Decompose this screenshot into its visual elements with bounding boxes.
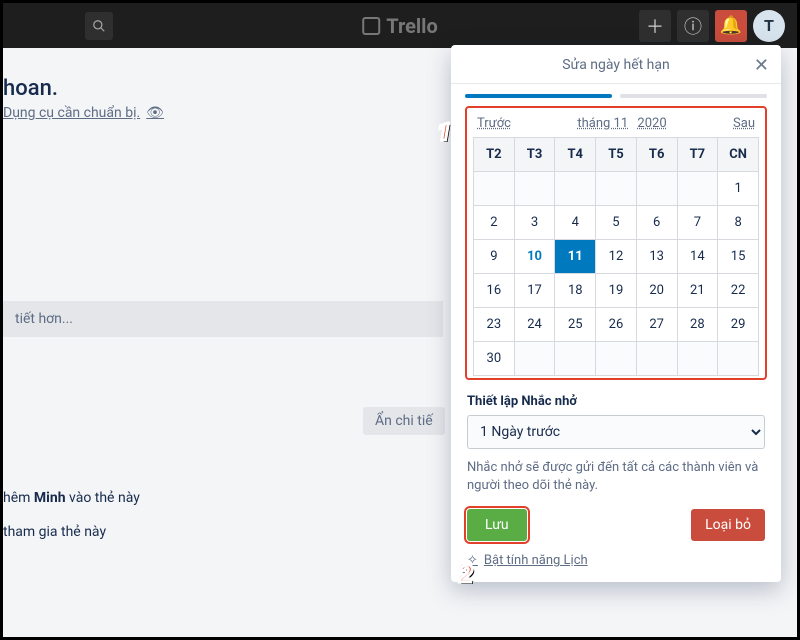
logo-text: Trello bbox=[386, 14, 438, 38]
calendar-day[interactable]: 1 bbox=[718, 172, 759, 206]
calendar-day[interactable]: 24 bbox=[514, 308, 555, 342]
enable-calendar-link[interactable]: ✧ Bật tính năng Lịch bbox=[467, 553, 588, 568]
calendar-day[interactable]: 13 bbox=[636, 240, 677, 274]
date-tab[interactable] bbox=[465, 94, 612, 98]
popover-header: Sửa ngày hết hạn ✕ bbox=[451, 45, 781, 84]
card-list-link[interactable]: Dụng cụ cần chuẩn bị. 👁 bbox=[3, 105, 164, 121]
calendar-day[interactable]: 27 bbox=[636, 308, 677, 342]
calendar-day[interactable]: 6 bbox=[636, 206, 677, 240]
calendar-day[interactable]: 12 bbox=[596, 240, 637, 274]
next-month-link[interactable]: Sau bbox=[733, 116, 755, 131]
calendar-day bbox=[474, 172, 515, 206]
calendar-day[interactable]: 23 bbox=[474, 308, 515, 342]
bell-icon: 🔔 bbox=[720, 15, 742, 36]
app-logo[interactable]: Trello bbox=[362, 14, 438, 38]
calendar-day bbox=[514, 172, 555, 206]
calendar-day bbox=[555, 342, 596, 376]
calendar-day[interactable]: 30 bbox=[474, 342, 515, 376]
weekday-header: T5 bbox=[596, 138, 637, 172]
calendar-nav: Trước tháng 11 2020 Sau bbox=[473, 114, 759, 137]
time-tab[interactable] bbox=[620, 94, 767, 98]
calendar-day bbox=[718, 342, 759, 376]
year-select[interactable]: 2020 bbox=[637, 116, 666, 131]
enable-calendar-section: ✧ Bật tính năng Lịch bbox=[451, 541, 781, 568]
close-icon: ✕ bbox=[754, 55, 769, 76]
calendar-day[interactable]: 5 bbox=[596, 206, 637, 240]
weekday-header: T2 bbox=[474, 138, 515, 172]
annotation-badge-1: 1 bbox=[425, 113, 463, 151]
reminder-hint: Nhắc nhở sẽ được gửi đến tất cả các thàn… bbox=[467, 459, 765, 495]
calendar-day bbox=[636, 342, 677, 376]
calendar-day[interactable]: 26 bbox=[596, 308, 637, 342]
calendar-day[interactable]: 8 bbox=[718, 206, 759, 240]
weekday-header: T6 bbox=[636, 138, 677, 172]
notifications-button[interactable]: 🔔 bbox=[715, 10, 747, 42]
hide-details-button[interactable]: Ẩn chi tiế bbox=[363, 407, 445, 435]
calendar-day[interactable]: 21 bbox=[677, 274, 718, 308]
weekday-header: T3 bbox=[514, 138, 555, 172]
calendar-day[interactable]: 19 bbox=[596, 274, 637, 308]
calendar-day[interactable]: 15 bbox=[718, 240, 759, 274]
calendar-grid: T2T3T4T5T6T7CN 1234567891011121314151617… bbox=[473, 137, 759, 376]
calendar-day[interactable]: 9 bbox=[474, 240, 515, 274]
calendar-day[interactable]: 20 bbox=[636, 274, 677, 308]
info-icon: ⓘ bbox=[684, 13, 702, 39]
calendar-day[interactable]: 10 bbox=[514, 240, 555, 274]
calendar-day bbox=[514, 342, 555, 376]
calendar-day bbox=[636, 172, 677, 206]
calendar-day bbox=[677, 342, 718, 376]
annotation-badge-2: 2 bbox=[447, 555, 485, 593]
create-button[interactable]: ＋ bbox=[639, 10, 671, 42]
calendar-day[interactable]: 3 bbox=[514, 206, 555, 240]
reminder-select[interactable]: 1 Ngày trước bbox=[467, 415, 765, 449]
calendar-day[interactable]: 28 bbox=[677, 308, 718, 342]
calendar-container: Trước tháng 11 2020 Sau T2T3T4T5T6T7CN 1… bbox=[465, 106, 767, 380]
prev-month-link[interactable]: Trước bbox=[477, 116, 511, 131]
search-icon bbox=[92, 19, 106, 33]
calendar-day bbox=[596, 342, 637, 376]
weekday-header: T4 bbox=[555, 138, 596, 172]
weekday-header: CN bbox=[718, 138, 759, 172]
user-avatar[interactable]: T bbox=[753, 10, 785, 42]
calendar-day[interactable]: 17 bbox=[514, 274, 555, 308]
calendar-day[interactable]: 7 bbox=[677, 206, 718, 240]
calendar-day[interactable]: 4 bbox=[555, 206, 596, 240]
info-button[interactable]: ⓘ bbox=[677, 10, 709, 42]
calendar-day[interactable]: 11 bbox=[555, 240, 596, 274]
due-date-popover: Sửa ngày hết hạn ✕ Trước tháng 11 2020 S… bbox=[451, 45, 781, 582]
month-select[interactable]: tháng 11 bbox=[577, 116, 628, 131]
search-button[interactable] bbox=[85, 12, 113, 40]
plus-icon: ＋ bbox=[646, 13, 664, 39]
calendar-day[interactable]: 25 bbox=[555, 308, 596, 342]
calendar-day[interactable]: 16 bbox=[474, 274, 515, 308]
calendar-day[interactable]: 14 bbox=[677, 240, 718, 274]
weekday-header: T7 bbox=[677, 138, 718, 172]
calendar-day[interactable]: 29 bbox=[718, 308, 759, 342]
trello-board-icon bbox=[362, 17, 380, 35]
reminder-label: Thiết lập Nhắc nhở bbox=[467, 394, 765, 409]
save-button[interactable]: Lưu bbox=[467, 509, 527, 541]
calendar-day bbox=[677, 172, 718, 206]
calendar-day[interactable]: 2 bbox=[474, 206, 515, 240]
app-topbar: Trello ＋ ⓘ 🔔 T bbox=[3, 3, 797, 48]
reminder-section: Thiết lập Nhắc nhở 1 Ngày trước Nhắc nhở… bbox=[451, 380, 781, 495]
date-time-tabs bbox=[451, 84, 781, 102]
calendar-day bbox=[596, 172, 637, 206]
remove-button[interactable]: Loại bỏ bbox=[691, 509, 765, 541]
popover-title: Sửa ngày hết hạn bbox=[562, 57, 670, 73]
calendar-day bbox=[555, 172, 596, 206]
description-input[interactable]: tiết hơn... bbox=[3, 301, 443, 337]
watch-icon: 👁 bbox=[146, 105, 164, 121]
calendar-day[interactable]: 22 bbox=[718, 274, 759, 308]
calendar-day[interactable]: 18 bbox=[555, 274, 596, 308]
close-button[interactable]: ✕ bbox=[754, 55, 769, 76]
